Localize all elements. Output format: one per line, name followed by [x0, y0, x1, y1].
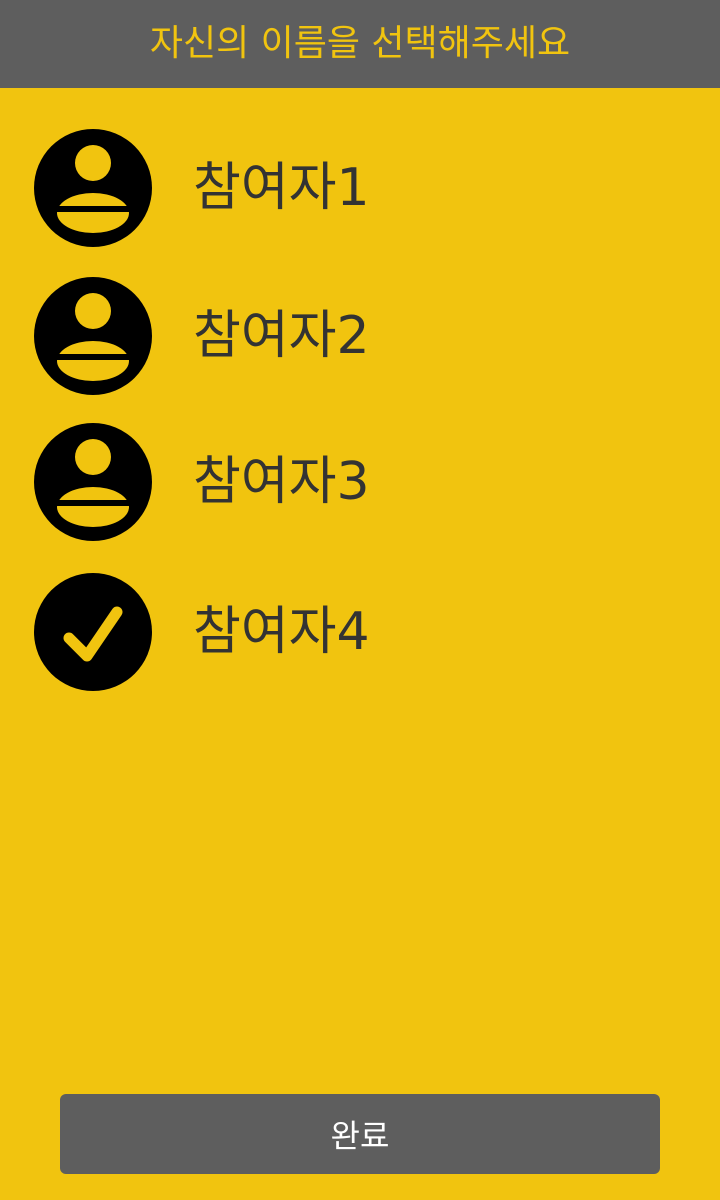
- done-button[interactable]: 완료: [60, 1094, 660, 1174]
- user-avatar-icon: [33, 276, 153, 396]
- participant-item-1[interactable]: 참여자1: [0, 128, 720, 248]
- page-title: 자신의 이름을 선택해주세요: [149, 23, 571, 64]
- participant-name: 참여자2: [193, 306, 370, 366]
- participant-name: 참여자3: [193, 452, 370, 512]
- participant-name: 참여자1: [193, 158, 370, 218]
- header-bar: 자신의 이름을 선택해주세요: [0, 0, 720, 88]
- user-avatar-icon: [33, 128, 153, 248]
- participant-item-2[interactable]: 참여자2: [0, 276, 720, 396]
- user-avatar-icon: [33, 422, 153, 542]
- participant-item-4[interactable]: 참여자4: [0, 572, 720, 692]
- participant-item-3[interactable]: 참여자3: [0, 422, 720, 542]
- participant-name: 참여자4: [193, 602, 370, 662]
- checkmark-icon: [33, 572, 153, 692]
